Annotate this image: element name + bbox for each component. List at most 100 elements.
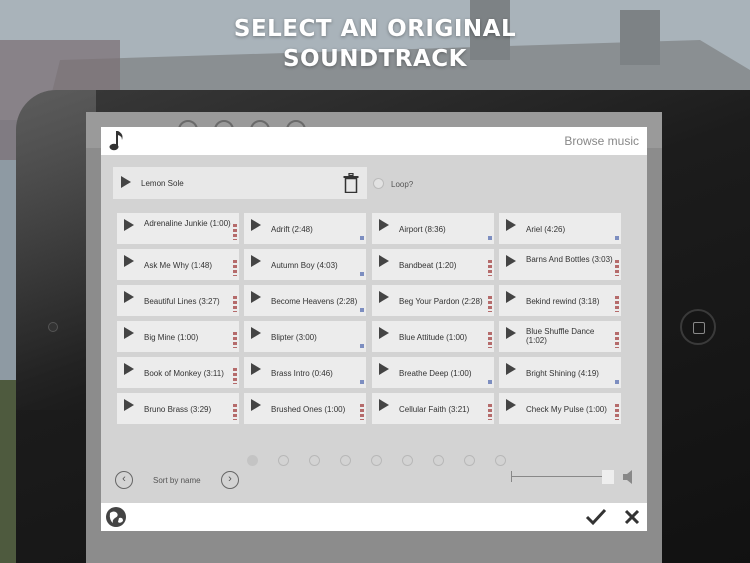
track-tag [233,296,237,312]
page-dot[interactable] [402,455,413,466]
track-tile[interactable]: Beautiful Lines (3:27) [117,285,239,316]
play-icon[interactable] [506,291,516,303]
track-name: Ariel (4:26) [526,225,566,234]
play-icon[interactable] [124,363,134,375]
track-tile[interactable]: Blue Shuffle Dance (1:02) [499,321,621,352]
page-dot[interactable] [247,455,258,466]
headline-line-1: SELECT AN ORIGINAL [233,16,517,42]
track-tile[interactable]: Brass Intro (0:46) [244,357,366,388]
play-icon[interactable] [124,327,134,339]
track-tile[interactable]: Bruno Brass (3:29) [117,393,239,424]
track-tile[interactable]: Cellular Faith (3:21) [372,393,494,424]
track-tile[interactable]: Barns And Bottles (3:03) [499,249,621,280]
globe-icon[interactable] [105,506,127,528]
selected-track[interactable]: Lemon Sole [113,167,367,199]
play-icon[interactable] [251,399,261,411]
play-icon[interactable] [251,363,261,375]
track-tile[interactable]: Check My Pulse (1:00) [499,393,621,424]
play-icon[interactable] [251,291,261,303]
track-tile[interactable]: Bandbeat (1:20) [372,249,494,280]
track-name: Bright Shining (4:19) [526,369,599,378]
selected-track-name: Lemon Sole [141,179,184,188]
checkmark-icon[interactable] [585,507,607,527]
track-tile[interactable]: Ariel (4:26) [499,213,621,244]
play-icon[interactable] [124,219,134,231]
page-dot[interactable] [371,455,382,466]
track-tile[interactable]: Big Mine (1:00) [117,321,239,352]
page-dot[interactable] [464,455,475,466]
track-name: Become Heavens (2:28) [271,297,358,306]
play-icon[interactable] [506,363,516,375]
dialog-header: Browse music [101,127,647,155]
chevron-right-icon: › [228,473,232,485]
track-tile[interactable]: Breathe Deep (1:00) [372,357,494,388]
track-name: Blue Shuffle Dance (1:02) [526,327,595,345]
track-tag [615,296,619,312]
promo-headline: SELECT AN ORIGINAL SOUNDTRACK [0,14,750,74]
track-tag [488,296,492,312]
track-tile[interactable]: Book of Monkey (3:11) [117,357,239,388]
page-dot[interactable] [309,455,320,466]
play-icon[interactable] [506,255,516,267]
track-name: Brass Intro (0:46) [271,369,333,378]
play-icon[interactable] [251,255,261,267]
sort-prev-button[interactable]: ‹ [115,471,133,489]
track-name: Adrift (2:48) [271,225,313,234]
page-dot[interactable] [495,455,506,466]
headline-line-2: SOUNDTRACK [282,46,468,72]
loop-label: Loop? [391,180,414,189]
play-icon[interactable] [251,327,261,339]
track-tag [615,404,619,420]
track-tag [488,236,492,240]
track-tile[interactable]: Blue Attitude (1:00) [372,321,494,352]
track-tile[interactable]: Bekind rewind (3:18) [499,285,621,316]
play-icon[interactable] [379,327,389,339]
play-icon[interactable] [251,219,261,231]
page-dot[interactable] [433,455,444,466]
play-icon[interactable] [379,363,389,375]
speaker-icon [623,470,632,484]
track-tag [360,236,364,240]
track-tile[interactable]: Adrift (2:48) [244,213,366,244]
play-icon[interactable] [121,176,131,188]
track-tile[interactable]: Airport (8:36) [372,213,494,244]
track-tile[interactable]: Bright Shining (4:19) [499,357,621,388]
track-tag [233,404,237,420]
play-icon[interactable] [379,291,389,303]
track-tile[interactable]: Blipter (3:00) [244,321,366,352]
play-icon[interactable] [506,327,516,339]
play-icon[interactable] [379,255,389,267]
track-tag [233,260,237,276]
play-icon[interactable] [124,291,134,303]
track-name: Autumn Boy (4:03) [271,261,338,270]
play-icon[interactable] [506,219,516,231]
tablet-camera [48,322,58,332]
trash-icon[interactable] [343,173,359,193]
track-name: Beautiful Lines (3:27) [144,297,220,306]
track-tag [233,224,237,240]
track-tile[interactable]: Ask Me Why (1:48) [117,249,239,280]
close-icon[interactable] [624,509,640,525]
track-tile[interactable]: Autumn Boy (4:03) [244,249,366,280]
track-tile[interactable]: Become Heavens (2:28) [244,285,366,316]
volume-track [511,476,613,477]
track-tile[interactable]: Adrenaline Junkie (1:00) [117,213,239,244]
play-icon[interactable] [124,399,134,411]
play-icon[interactable] [379,219,389,231]
page-dot[interactable] [278,455,289,466]
sort-label: Sort by name [153,476,201,485]
volume-thumb[interactable] [602,470,614,484]
track-tile[interactable]: Brushed Ones (1:00) [244,393,366,424]
loop-checkbox[interactable] [373,178,384,189]
play-icon[interactable] [506,399,516,411]
chevron-left-icon: ‹ [122,473,126,485]
sort-next-button[interactable]: › [221,471,239,489]
play-icon[interactable] [124,255,134,267]
page-dot[interactable] [340,455,351,466]
track-tile[interactable]: Beg Your Pardon (2:28) [372,285,494,316]
track-tag [360,272,364,276]
play-icon[interactable] [379,399,389,411]
browse-music-link[interactable]: Browse music [564,134,639,148]
track-name: Bekind rewind (3:18) [526,297,600,306]
volume-slider[interactable] [511,470,637,484]
